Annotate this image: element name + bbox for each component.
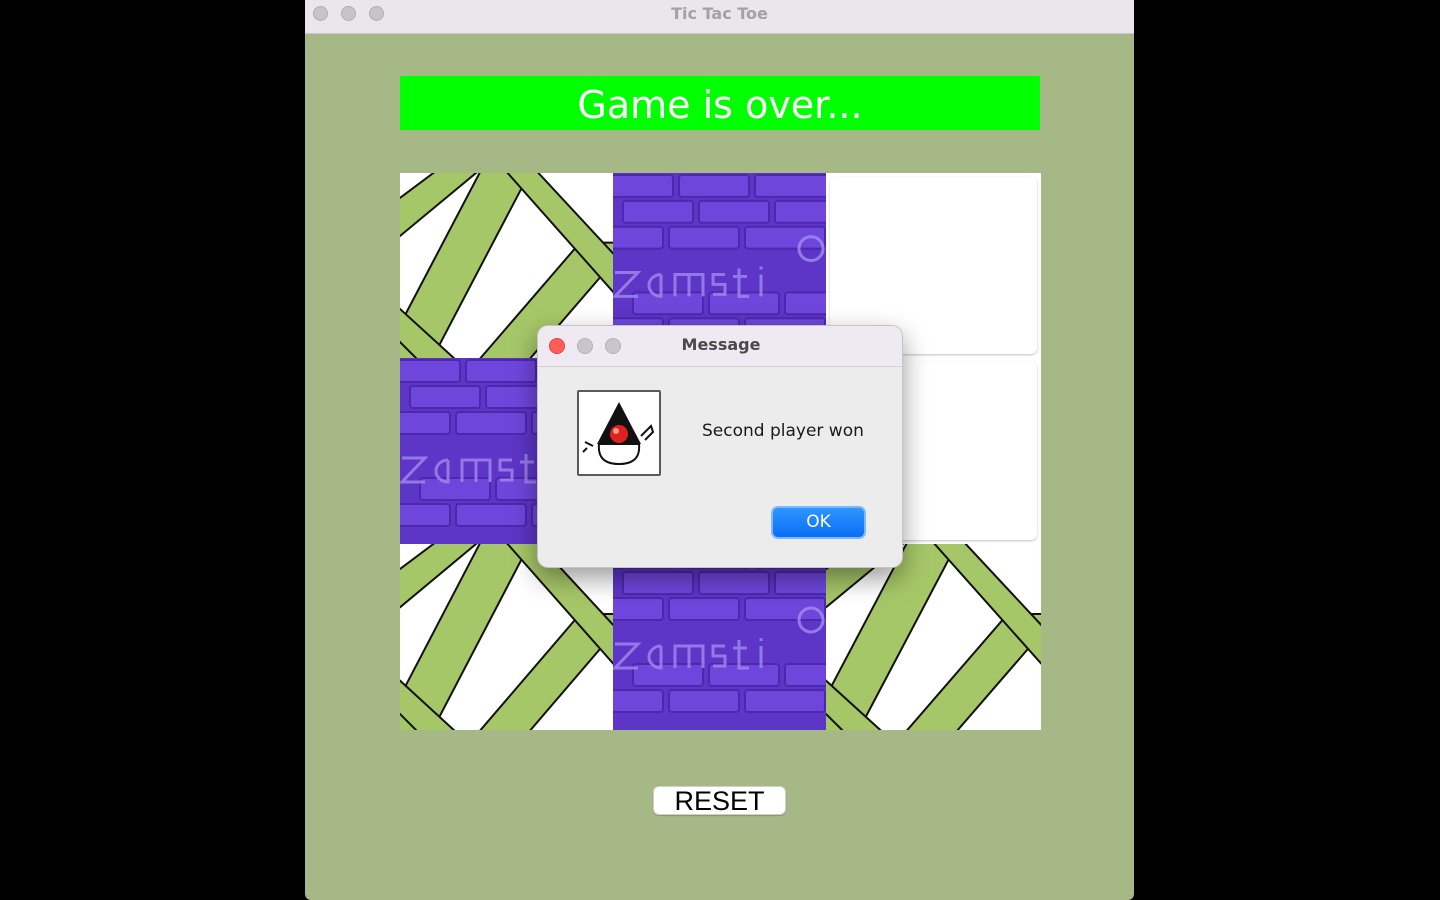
board-cell-8[interactable] xyxy=(613,544,826,730)
window-title: Tic Tac Toe xyxy=(671,4,768,23)
board-cell-9[interactable] xyxy=(826,544,1041,730)
status-banner: Game is over... xyxy=(400,76,1040,130)
dialog-message: Second player won xyxy=(702,421,864,441)
java-duke-icon xyxy=(577,390,661,476)
dialog-title: Message xyxy=(681,335,761,354)
green-lattice-mark xyxy=(826,544,1041,730)
board-cell-7[interactable] xyxy=(400,544,613,730)
reset-button[interactable]: RESET xyxy=(653,786,786,815)
ok-button[interactable]: OK xyxy=(771,506,866,539)
purple-brick-mark xyxy=(613,544,826,730)
dialog-titlebar: Message xyxy=(538,326,902,367)
green-lattice-mark xyxy=(400,544,613,730)
message-dialog: Message Second player won OK xyxy=(537,325,903,568)
window-titlebar: Tic Tac Toe xyxy=(305,0,1134,34)
